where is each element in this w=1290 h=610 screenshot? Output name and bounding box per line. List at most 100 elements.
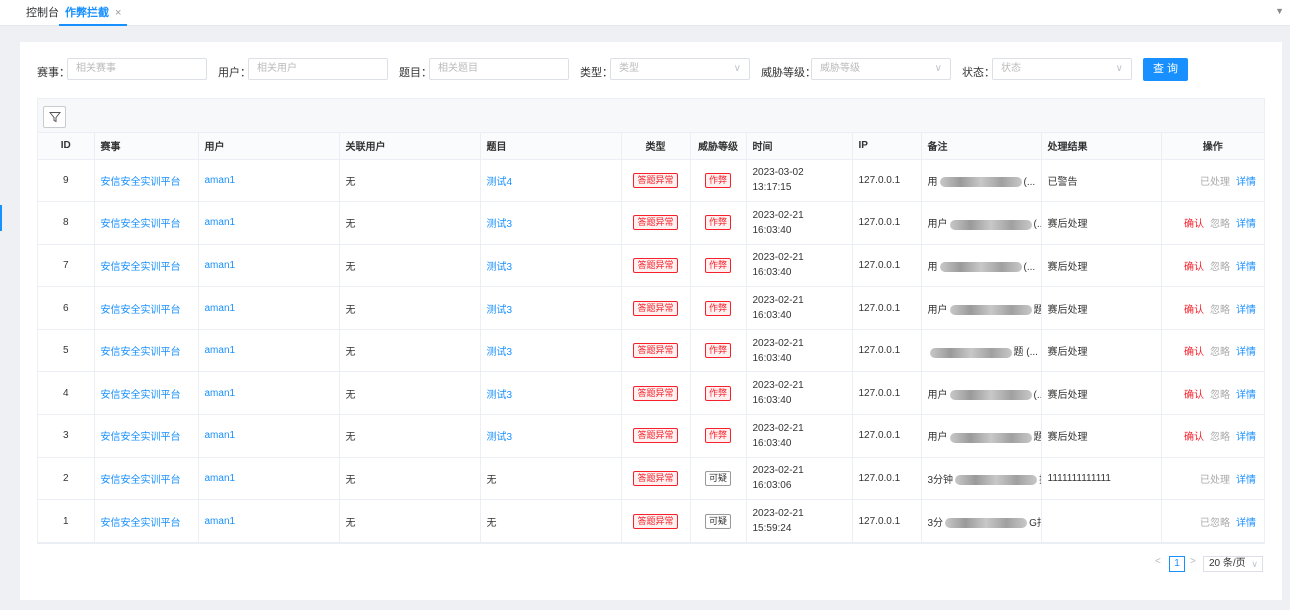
confirm-link[interactable]: 确认 (1184, 219, 1204, 230)
page-number-button[interactable]: 1 (1169, 556, 1185, 572)
tab-cheat-intercept[interactable]: 作弊拦截 × (59, 0, 128, 26)
remark-prefix: 用 (927, 261, 938, 273)
cell-time: 2023-03-02 13:17:15 (746, 159, 853, 203)
event-link[interactable]: 安信安全实训平台 (101, 177, 181, 188)
cell-related-user: 无 (339, 414, 481, 458)
cell-related-user: 无 (339, 371, 481, 416)
detail-link[interactable]: 详情 (1236, 347, 1256, 358)
header-event[interactable]: 赛事 (94, 133, 199, 160)
user-link[interactable]: aman1 (205, 388, 236, 399)
event-link[interactable]: 安信安全实训平台 (101, 475, 181, 486)
event-link[interactable]: 安信安全实训平台 (101, 347, 181, 358)
user-link[interactable]: aman1 (205, 345, 236, 356)
user-link[interactable]: aman1 (205, 175, 236, 186)
cell-id: 8 (38, 201, 95, 245)
type-filter-select[interactable]: 类型 ∨ (610, 58, 750, 80)
cell-id: 3 (38, 414, 95, 458)
event-link[interactable]: 安信安全实训平台 (101, 219, 181, 230)
column-filter-button[interactable] (43, 106, 66, 128)
side-marker (0, 205, 2, 231)
threat-badge: 可疑 (704, 470, 731, 486)
tab-bar: 控制台 作弊拦截 × ▼ (0, 0, 1290, 26)
header-id[interactable]: ID (38, 133, 95, 160)
user-filter-input[interactable]: 相关用户 (248, 58, 388, 80)
user-link[interactable]: aman1 (205, 260, 236, 271)
detail-link[interactable]: 详情 (1236, 390, 1256, 401)
problem-link[interactable]: 测试3 (487, 262, 513, 273)
next-page-button[interactable]: > (1190, 556, 1196, 567)
event-filter-input[interactable]: 相关赛事 (67, 58, 207, 80)
event-link[interactable]: 安信安全实训平台 (101, 518, 181, 529)
confirm-link[interactable]: 确认 (1184, 305, 1204, 316)
header-time[interactable]: 时间 (746, 133, 853, 160)
problem-link[interactable]: 测试3 (487, 219, 513, 230)
problem-text: 无 (486, 517, 497, 529)
event-link[interactable]: 安信安全实训平台 (101, 262, 181, 273)
header-ip[interactable]: IP (852, 133, 922, 160)
page-size-value: 20 条/页 (1209, 558, 1246, 569)
related-user-text: 无 (345, 219, 356, 231)
table-toolbar (38, 99, 1264, 133)
ip-text: 127.0.0.1 (858, 430, 901, 442)
query-button[interactable]: 查 询 (1143, 58, 1188, 81)
status-link[interactable]: 忽略 (1210, 305, 1230, 316)
cell-ip: 127.0.0.1 (852, 244, 922, 288)
prev-page-button[interactable]: < (1155, 556, 1161, 567)
detail-link[interactable]: 详情 (1236, 305, 1256, 316)
remark-prefix: 用户 (927, 219, 948, 231)
detail-link[interactable]: 详情 (1236, 475, 1256, 486)
cell-threat: 可疑 (690, 499, 747, 543)
problem-link[interactable]: 测试4 (487, 177, 513, 188)
detail-link[interactable]: 详情 (1236, 518, 1256, 529)
time-clock: 16:03:40 (752, 352, 792, 364)
problem-link[interactable]: 测试3 (487, 347, 513, 358)
detail-link[interactable]: 详情 (1236, 219, 1256, 230)
confirm-link[interactable]: 确认 (1184, 347, 1204, 358)
confirm-link[interactable]: 确认 (1184, 432, 1204, 443)
threat-badge: 作弊 (704, 257, 731, 273)
detail-link[interactable]: 详情 (1236, 262, 1256, 273)
status-link[interactable]: 忽略 (1210, 432, 1230, 443)
header-threat[interactable]: 威胁等级 (690, 133, 747, 160)
remark-suffix: 题 (... (1034, 305, 1041, 316)
header-remark[interactable]: 备注 (921, 133, 1042, 160)
page-size-select[interactable]: 20 条/页 ∨ (1203, 556, 1263, 572)
cell-threat: 作弊 (690, 371, 747, 416)
type-filter-label: 类型： (580, 67, 613, 79)
user-link[interactable]: aman1 (205, 217, 236, 228)
threat-filter-select[interactable]: 威胁等级 ∨ (811, 58, 951, 80)
close-icon[interactable]: × (115, 7, 121, 19)
cell-ops: 确认 忽略 详情 (1161, 414, 1264, 458)
header-related-user[interactable]: 关联用户 (339, 133, 481, 160)
event-link[interactable]: 安信安全实训平台 (101, 305, 181, 316)
status-filter-select[interactable]: 状态 ∨ (992, 58, 1132, 80)
status-link[interactable]: 忽略 (1210, 390, 1230, 401)
problem-link[interactable]: 测试3 (487, 305, 513, 316)
tab-dropdown-icon[interactable]: ▼ (1275, 6, 1284, 16)
cell-user: aman1 (198, 414, 340, 458)
header-type[interactable]: 类型 (621, 133, 691, 160)
user-link[interactable]: aman1 (205, 473, 236, 484)
problem-filter-input[interactable]: 相关题目 (429, 58, 569, 80)
problem-link[interactable]: 测试3 (487, 390, 513, 401)
status-link[interactable]: 忽略 (1210, 347, 1230, 358)
header-result[interactable]: 处理结果 (1041, 133, 1162, 160)
status-link[interactable]: 忽略 (1210, 219, 1230, 230)
time-clock: 16:03:40 (752, 267, 792, 279)
detail-link[interactable]: 详情 (1236, 177, 1256, 188)
confirm-link[interactable]: 确认 (1184, 390, 1204, 401)
user-link[interactable]: aman1 (205, 516, 236, 527)
confirm-link[interactable]: 确认 (1184, 262, 1204, 273)
ip-text: 127.0.0.1 (858, 472, 901, 484)
problem-link[interactable]: 测试3 (487, 432, 513, 443)
status-link[interactable]: 忽略 (1210, 262, 1230, 273)
user-link[interactable]: aman1 (205, 303, 236, 314)
user-link[interactable]: aman1 (205, 430, 236, 441)
header-problem[interactable]: 题目 (480, 133, 622, 160)
event-link[interactable]: 安信安全实训平台 (101, 390, 181, 401)
cell-threat: 作弊 (690, 286, 747, 330)
header-user[interactable]: 用户 (198, 133, 340, 160)
detail-link[interactable]: 详情 (1236, 432, 1256, 443)
event-link[interactable]: 安信安全实训平台 (101, 432, 181, 443)
time-clock: 16:03:06 (752, 480, 792, 492)
